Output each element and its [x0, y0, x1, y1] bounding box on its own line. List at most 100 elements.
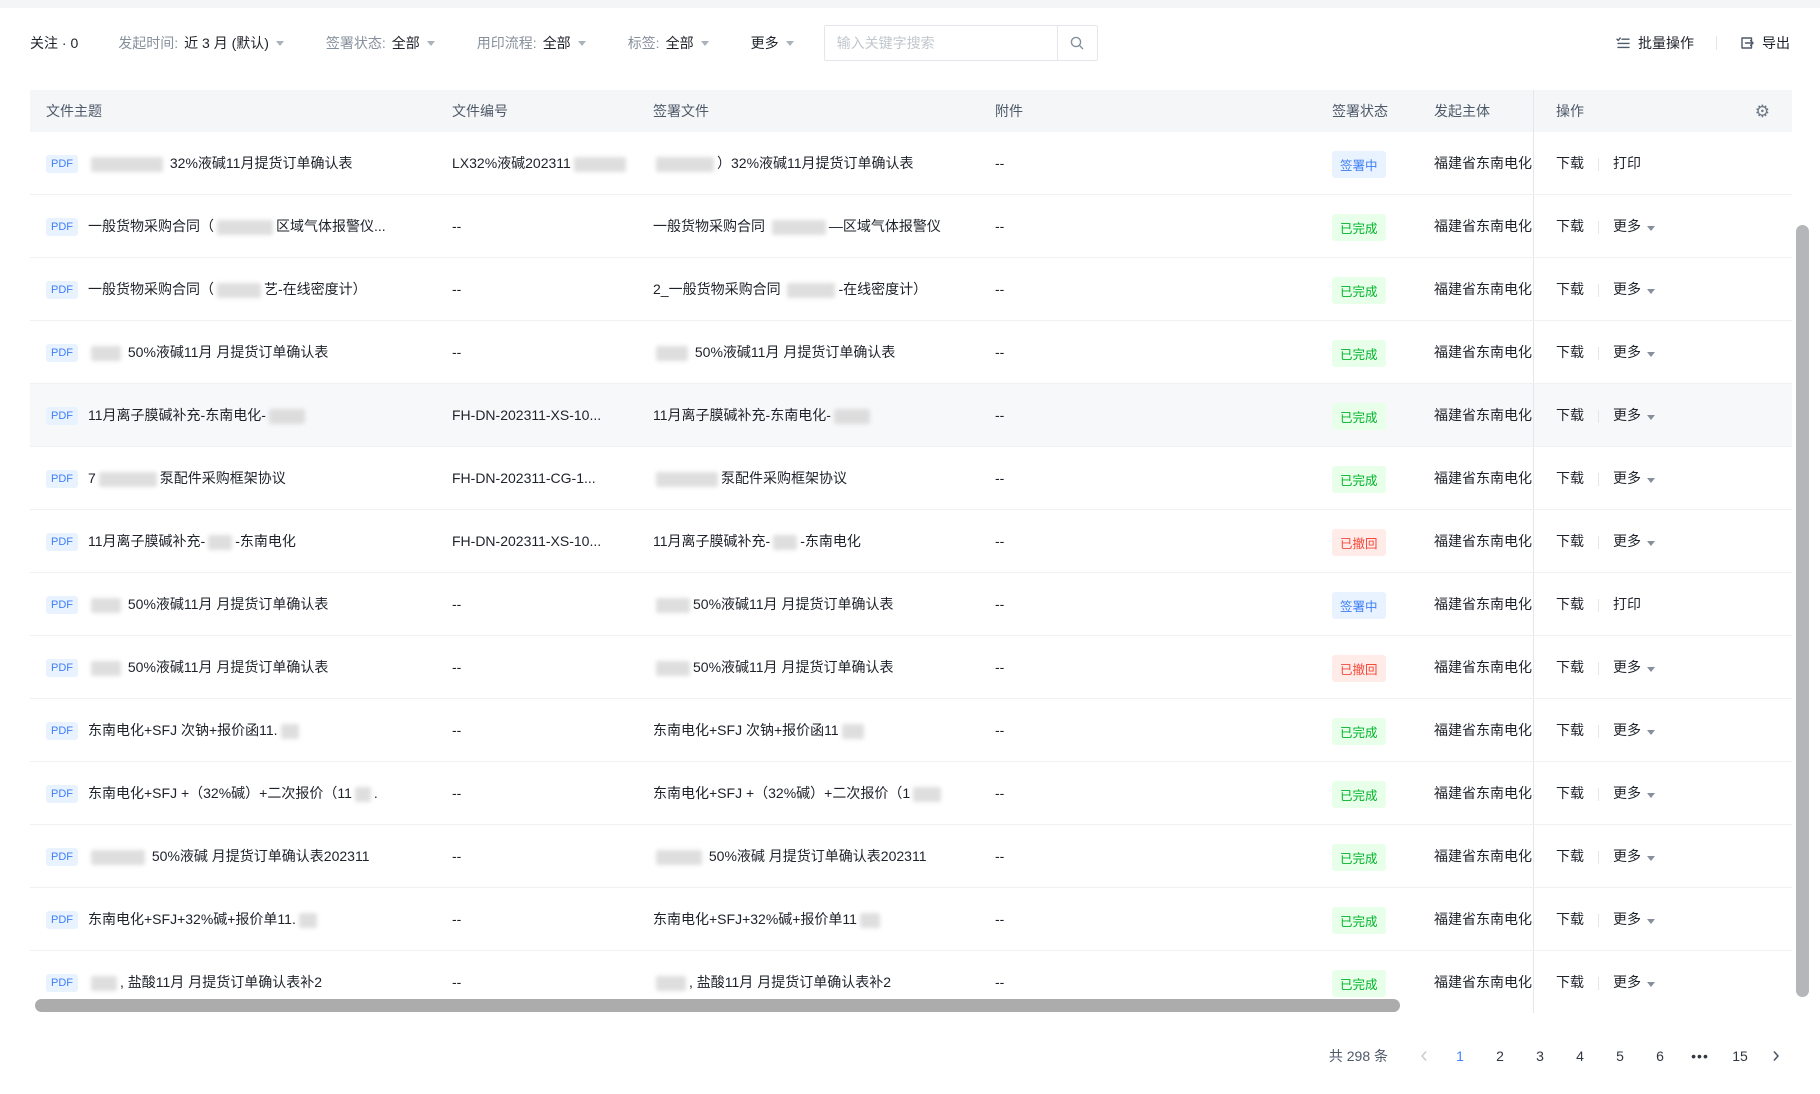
column-header-label: 操作	[1556, 90, 1584, 132]
chevron-down-icon	[1647, 478, 1655, 483]
pagination-next-button[interactable]	[1760, 1040, 1792, 1072]
chevron-down-icon	[578, 41, 586, 46]
doc-code-cell: --	[450, 825, 650, 887]
attachment-cell: --	[990, 447, 1320, 509]
download-link[interactable]: 下载	[1556, 155, 1584, 171]
batch-operation-button[interactable]: 批量操作	[1615, 33, 1694, 53]
gear-icon[interactable]: ⚙	[1755, 103, 1770, 120]
status-badge: 已完成	[1332, 907, 1386, 934]
more-link[interactable]: 更多	[1613, 974, 1641, 990]
download-link[interactable]: 下载	[1556, 722, 1584, 738]
more-link[interactable]: 更多	[1613, 344, 1641, 360]
print-link[interactable]: 打印	[1613, 155, 1641, 171]
download-link[interactable]: 下载	[1556, 596, 1584, 612]
print-link[interactable]: 打印	[1613, 596, 1641, 612]
pagination-prev-button[interactable]	[1408, 1040, 1440, 1072]
download-link[interactable]: 下载	[1556, 911, 1584, 927]
redacted-block	[772, 220, 826, 235]
more-link[interactable]: 更多	[1613, 911, 1641, 927]
cell-text: --	[452, 281, 461, 297]
chevron-down-icon	[701, 41, 709, 46]
page-number-15[interactable]: 15	[1724, 1040, 1756, 1072]
more-link[interactable]: 更多	[1613, 659, 1641, 675]
redacted-block	[208, 535, 232, 550]
download-link[interactable]: 下载	[1556, 218, 1584, 234]
signed-file-cell: 东南电化+SFJ+32%碱+报价单11	[650, 888, 990, 950]
follow-filter[interactable]: 关注 · 0	[30, 33, 78, 53]
redacted-block	[656, 346, 688, 361]
more-link[interactable]: 更多	[1613, 848, 1641, 864]
chevron-down-icon	[1647, 793, 1655, 798]
initiator-entity-cell: 福建省东南电化	[1420, 447, 1533, 509]
redacted-block	[574, 157, 626, 172]
signed-file-cell: 泵配件采购框架协议	[650, 447, 990, 509]
filter-group-0[interactable]: 发起时间:近 3 月 (默认)	[118, 33, 284, 53]
redacted-block	[91, 346, 121, 361]
redacted-block	[269, 409, 305, 424]
chevron-down-icon	[1647, 541, 1655, 546]
more-link[interactable]: 更多	[1613, 470, 1641, 486]
download-link[interactable]: 下载	[1556, 785, 1584, 801]
initiator-entity-cell: 福建省东南电化	[1420, 132, 1533, 194]
more-link[interactable]: 更多	[1613, 281, 1641, 297]
action-divider	[1598, 977, 1599, 990]
export-button[interactable]: 导出	[1739, 33, 1790, 53]
pdf-badge: PDF	[46, 974, 78, 992]
filter-bar: 关注 · 0 发起时间:近 3 月 (默认) 签署状态:全部 用印流程:全部 标签:全…	[0, 8, 1820, 78]
page-number-3[interactable]: 3	[1524, 1040, 1556, 1072]
table-row: PDF11月离子膜碱补充--东南电化FH-DN-202311-XS-10...1…	[30, 510, 1792, 573]
vertical-scrollbar[interactable]	[1796, 225, 1809, 997]
cell-text: 一般货物采购合同（	[88, 218, 214, 234]
more-link[interactable]: 更多	[1613, 722, 1641, 738]
action-divider	[1598, 599, 1599, 612]
initiator-entity-cell: 福建省东南电化	[1420, 321, 1533, 383]
cell-text: -在线密度计）	[838, 281, 927, 297]
action-divider	[1598, 788, 1599, 801]
redacted-block	[842, 724, 864, 739]
cell-text: 50%液碱11月 月提货订单确认表	[693, 596, 893, 612]
status-badge: 签署中	[1332, 592, 1386, 619]
download-link[interactable]: 下载	[1556, 344, 1584, 360]
download-link[interactable]: 下载	[1556, 659, 1584, 675]
page-number-5[interactable]: 5	[1604, 1040, 1636, 1072]
download-link[interactable]: 下载	[1556, 974, 1584, 990]
filter-group-3[interactable]: 标签:全部	[628, 33, 709, 53]
table-row: PDF一般货物采购合同（区域气体报警仪...--一般货物采购合同 —区域气体报警…	[30, 195, 1792, 258]
page-number-1[interactable]: 1	[1444, 1040, 1476, 1072]
initiator-entity-cell: 福建省东南电化	[1420, 636, 1533, 698]
action-divider	[1598, 221, 1599, 234]
table-row: PDF东南电化+SFJ 次钠+报价函11.--东南电化+SFJ 次钠+报价函11…	[30, 699, 1792, 762]
actions-cell: 下载 更多	[1533, 762, 1792, 824]
filter-group-1[interactable]: 签署状态:全部	[326, 33, 435, 53]
filter-group-2[interactable]: 用印流程:全部	[477, 33, 586, 53]
pagination-ellipsis[interactable]: •••	[1684, 1040, 1716, 1072]
cell-text: 50%液碱11月 月提货订单确认表	[693, 659, 893, 675]
more-link[interactable]: 更多	[1613, 533, 1641, 549]
download-link[interactable]: 下载	[1556, 470, 1584, 486]
pdf-badge: PDF	[46, 281, 78, 299]
action-divider	[1598, 662, 1599, 675]
actions-cell: 下载 更多	[1533, 258, 1792, 320]
page-number-2[interactable]: 2	[1484, 1040, 1516, 1072]
status-cell: 已撤回	[1320, 510, 1420, 572]
download-link[interactable]: 下载	[1556, 281, 1584, 297]
table-header: 文件主题文件编号签署文件附件签署状态发起主体操作⚙	[30, 90, 1792, 132]
signed-file-cell: 50%液碱11月 月提货订单确认表	[650, 636, 990, 698]
signed-file-cell: 50%液碱11月 月提货订单确认表	[650, 573, 990, 635]
search-input[interactable]	[825, 26, 1057, 60]
filter-group-4[interactable]: 更多	[751, 33, 794, 53]
more-link[interactable]: 更多	[1613, 407, 1641, 423]
column-header-6: 操作 ⚙	[1533, 90, 1792, 132]
more-link[interactable]: 更多	[1613, 218, 1641, 234]
table-row: PDF11月离子膜碱补充-东南电化-FH-DN-202311-XS-10...1…	[30, 384, 1792, 447]
download-link[interactable]: 下载	[1556, 533, 1584, 549]
page-number-4[interactable]: 4	[1564, 1040, 1596, 1072]
redacted-block	[91, 157, 163, 172]
page-number-6[interactable]: 6	[1644, 1040, 1676, 1072]
download-link[interactable]: 下载	[1556, 848, 1584, 864]
cell-text: 东南电化+SFJ 次钠+报价函11	[653, 722, 839, 738]
download-link[interactable]: 下载	[1556, 407, 1584, 423]
more-link[interactable]: 更多	[1613, 785, 1641, 801]
search-button[interactable]	[1057, 26, 1097, 60]
horizontal-scrollbar[interactable]	[35, 999, 1400, 1012]
